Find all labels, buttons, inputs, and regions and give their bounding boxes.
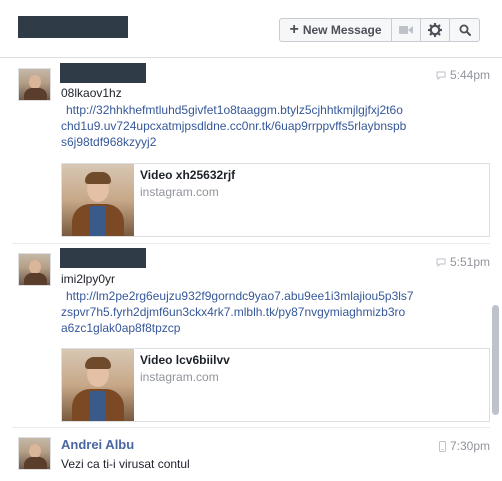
message-link[interactable]: http://lm2pe2rg6eujzu932f9gorndc9yao7.ab… bbox=[61, 288, 446, 336]
attachment-title[interactable]: Video lcv6biilvv bbox=[140, 353, 230, 367]
plus-icon: + bbox=[289, 20, 299, 38]
video-thumbnail[interactable] bbox=[62, 349, 134, 421]
avatar[interactable] bbox=[18, 68, 51, 101]
message-text: 08lkaov1hz bbox=[61, 86, 122, 100]
avatar[interactable] bbox=[18, 437, 51, 470]
sender-name-redacted[interactable] bbox=[60, 248, 146, 268]
mobile-icon bbox=[438, 440, 446, 452]
avatar[interactable] bbox=[18, 253, 51, 286]
header-toolbar: + New Message bbox=[279, 18, 480, 42]
link-line[interactable]: s6j98tdf968kzyyj2 bbox=[61, 134, 446, 150]
search-icon bbox=[459, 24, 471, 36]
new-message-label: New Message bbox=[302, 23, 382, 37]
link-attachment-card[interactable]: Video xh25632rjf instagram.com bbox=[61, 163, 490, 237]
message-divider bbox=[12, 427, 490, 428]
link-line[interactable]: http://32hhkhefmtluhd5givfet1o8taaggm.bt… bbox=[61, 102, 446, 118]
attachment-source: instagram.com bbox=[140, 370, 219, 384]
sender-name[interactable]: Andrei Albu bbox=[61, 437, 134, 452]
sender-name-redacted[interactable] bbox=[60, 63, 146, 83]
message-divider bbox=[12, 243, 490, 244]
conversation-title-redacted bbox=[18, 16, 128, 38]
video-thumbnail[interactable] bbox=[62, 164, 134, 236]
link-line[interactable]: chd1u9.uv724upcxatmjpsdldne.cc0nr.tk/6ua… bbox=[61, 118, 446, 134]
search-button[interactable] bbox=[450, 18, 480, 42]
message-time: 5:44pm bbox=[436, 68, 490, 82]
settings-button[interactable] bbox=[421, 18, 450, 42]
chat-icon bbox=[436, 258, 446, 267]
gear-icon bbox=[428, 23, 442, 37]
message-time: 5:51pm bbox=[436, 255, 490, 269]
scrollbar-thumb[interactable] bbox=[492, 305, 499, 415]
attachment-source: instagram.com bbox=[140, 185, 219, 199]
message-time: 7:30pm bbox=[438, 439, 490, 453]
link-line[interactable]: zspvr7h5.fyrh2djmf6un3ckx4rk7.mlblh.tk/p… bbox=[61, 304, 446, 320]
video-icon bbox=[399, 26, 413, 34]
message-link[interactable]: http://32hhkhefmtluhd5givfet1o8taaggm.bt… bbox=[61, 102, 446, 150]
link-line[interactable]: http://lm2pe2rg6eujzu932f9gorndc9yao7.ab… bbox=[61, 288, 446, 304]
chat-icon bbox=[436, 71, 446, 80]
link-line[interactable]: a6zc1glak0ap8f8tpzcp bbox=[61, 320, 446, 336]
message-text: imi2lpy0yr bbox=[61, 272, 116, 286]
link-attachment-card[interactable]: Video lcv6biilvv instagram.com bbox=[61, 348, 490, 422]
new-message-button[interactable]: + New Message bbox=[279, 18, 392, 42]
video-call-button[interactable] bbox=[392, 18, 421, 42]
attachment-title[interactable]: Video xh25632rjf bbox=[140, 168, 235, 182]
message-text: Vezi ca ti-i virusat contul bbox=[61, 457, 190, 471]
conversation-header: + New Message bbox=[0, 0, 502, 58]
